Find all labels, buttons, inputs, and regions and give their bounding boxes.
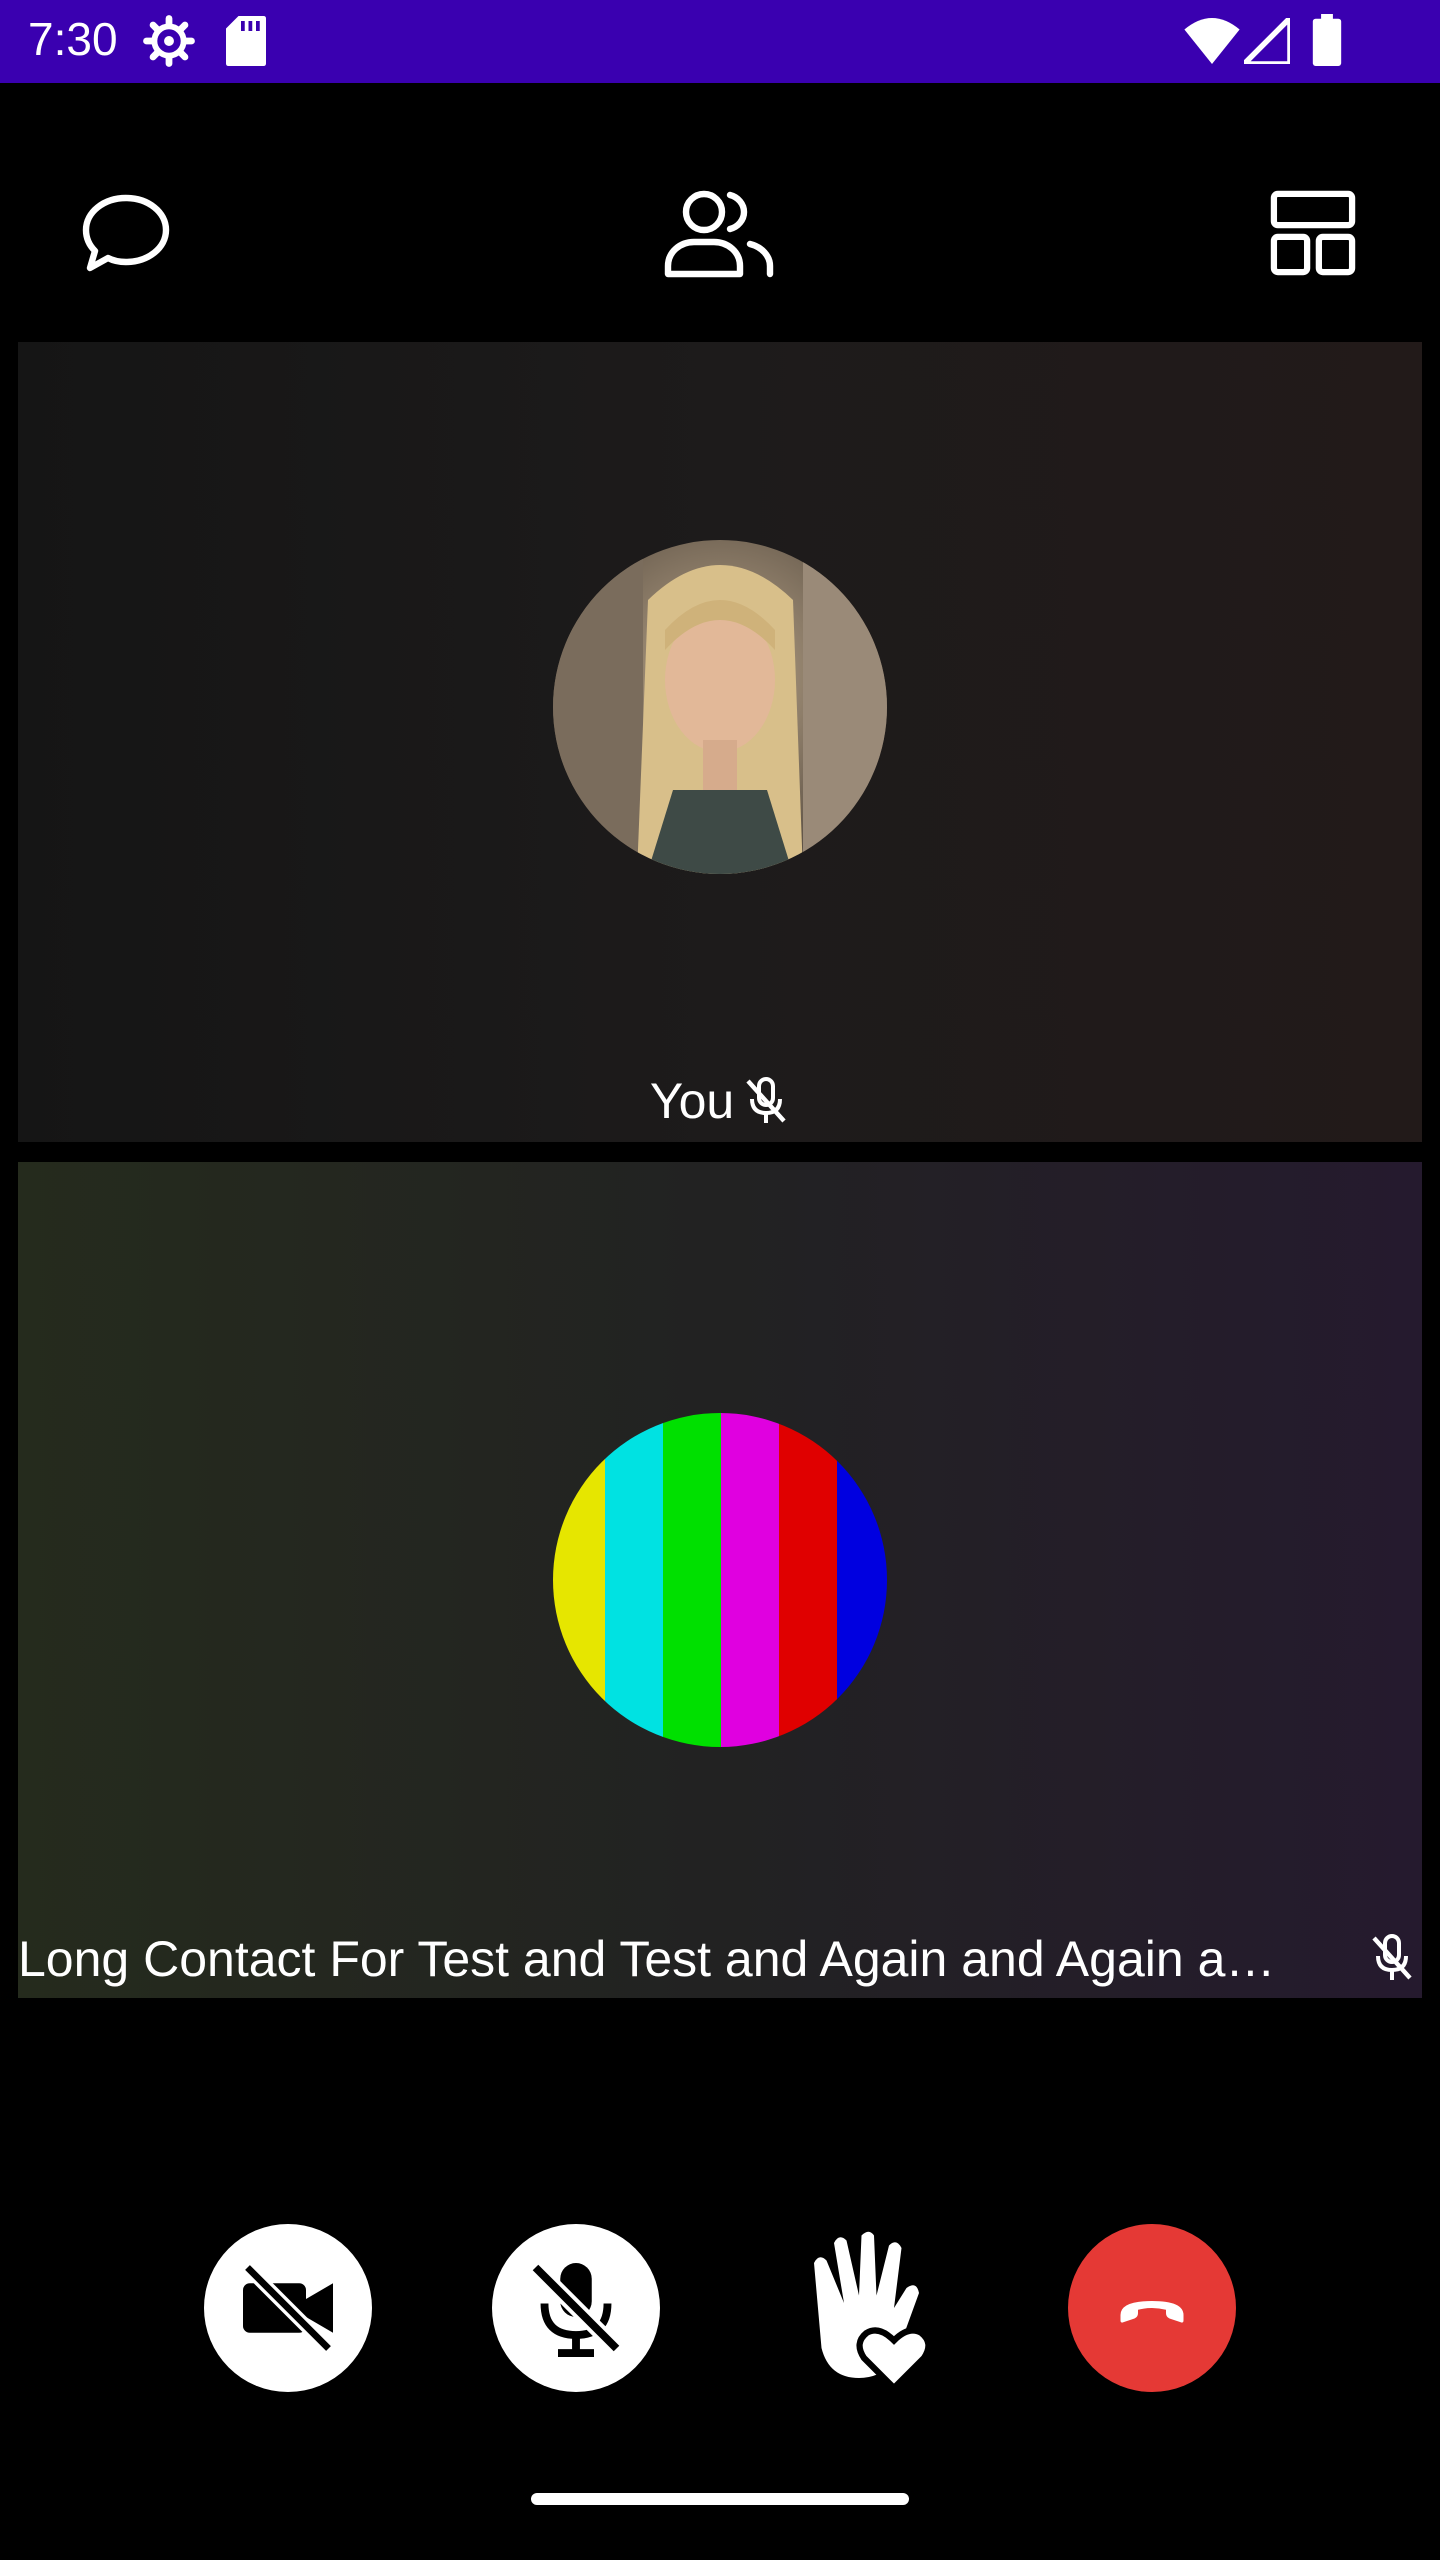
remote-video-tile[interactable]: Long Contact For Test and Test and Again… [18, 1162, 1422, 1998]
status-time: 7:30 [28, 13, 118, 65]
self-video-tile[interactable]: You [18, 342, 1422, 1142]
settings-gear-icon [143, 15, 195, 67]
remote-name-label: Long Contact For Test and Test and Again… [18, 1931, 1276, 1987]
end-call-button[interactable] [1068, 2224, 1236, 2392]
status-bar: 7:30 [0, 0, 1440, 83]
chat-icon[interactable] [78, 186, 174, 282]
self-name-row: You [18, 1068, 1422, 1134]
home-indicator[interactable] [531, 2493, 909, 2505]
battery-icon [1312, 14, 1342, 66]
self-avatar [553, 540, 887, 874]
mic-muted-icon [1372, 1934, 1412, 1980]
remote-name-row: Long Contact For Test and Test and Again… [18, 1926, 1422, 1992]
camera-off-icon [242, 2262, 334, 2354]
raise-hand-heart-icon [814, 2231, 932, 2388]
reaction-button[interactable] [780, 2224, 948, 2392]
remote-avatar [553, 1413, 887, 1747]
sd-card-icon [226, 16, 266, 66]
mic-muted-icon [746, 1077, 786, 1123]
camera-toggle-button[interactable] [204, 2224, 372, 2392]
participants-icon[interactable] [664, 186, 776, 282]
microphone-toggle-button[interactable] [492, 2224, 660, 2392]
mic-off-icon [529, 2261, 623, 2357]
wifi-icon [1184, 18, 1240, 64]
self-name-label: You [649, 1073, 735, 1129]
hang-up-icon [1120, 2301, 1184, 2323]
signal-icon [1244, 18, 1290, 64]
layout-icon[interactable] [1270, 190, 1356, 276]
